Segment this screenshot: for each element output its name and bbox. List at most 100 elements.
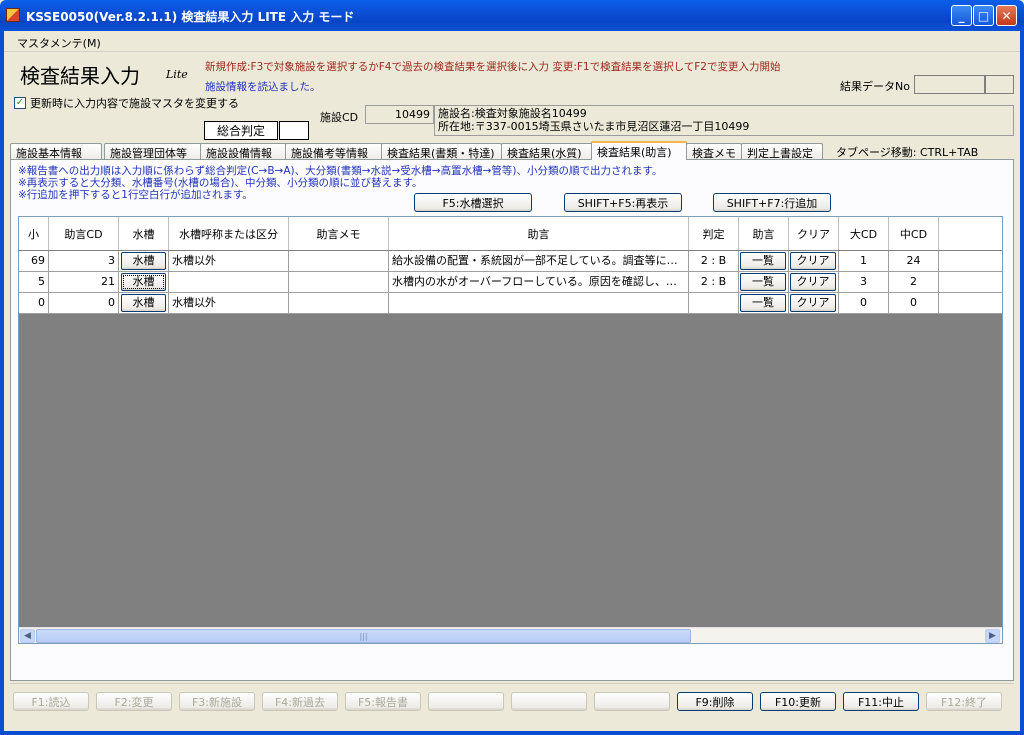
- update-master-option[interactable]: ✓ 更新時に入力内容で施設マスタを変更する: [14, 95, 239, 111]
- window-frame-left: [0, 31, 4, 735]
- window-title: KSSE0050(Ver.8.2.1.1) 検査結果入力 LITE 入力 モード: [26, 10, 355, 24]
- table-row[interactable]: 69 3 水槽 水槽以外 給水設備の配置・系統図が一部不足している。調査等に… …: [19, 251, 1002, 272]
- cell-tank-name[interactable]: 水槽以外: [169, 293, 289, 313]
- advice-grid[interactable]: 小 助言CD 水槽 水槽呼称または区分 助言メモ 助言 判定 助言 クリア 大C…: [18, 216, 1003, 644]
- select-tank-button[interactable]: F5:水槽選択: [414, 193, 532, 212]
- cell-small[interactable]: 5: [19, 272, 49, 292]
- col-advice-cd[interactable]: 助言CD: [49, 217, 119, 250]
- f11-cancel-button[interactable]: F11:中止: [843, 692, 919, 711]
- cell-mid-cd[interactable]: 2: [889, 272, 939, 292]
- tab-judgement-override[interactable]: 判定上書設定: [741, 143, 823, 160]
- tab-facility-equipment[interactable]: 施設設備情報: [200, 143, 288, 160]
- cell-judge[interactable]: [689, 293, 739, 313]
- table-row[interactable]: 5 21 水槽 水槽内の水がオーバーフローしている。原因を確認し、… 2 : B…: [19, 272, 1002, 293]
- tab-facility-management[interactable]: 施設管理団体等: [104, 143, 202, 160]
- result-no-label: 結果データNo: [840, 80, 910, 93]
- col-advice-memo[interactable]: 助言メモ: [289, 217, 389, 250]
- cell-tank-name[interactable]: [169, 272, 289, 292]
- col-clear[interactable]: クリア: [789, 217, 839, 250]
- tank-select-button[interactable]: 水槽: [121, 294, 166, 312]
- f4-new-past-button[interactable]: F4:新過去: [262, 692, 338, 711]
- cell-advice-memo[interactable]: [289, 251, 389, 271]
- f2-change-button[interactable]: F2:変更: [96, 692, 172, 711]
- update-master-checkbox[interactable]: ✓: [14, 97, 26, 109]
- cell-advice-list: 一覧: [739, 272, 789, 292]
- cell-mid-cd[interactable]: 24: [889, 251, 939, 271]
- cell-tank: 水槽: [119, 272, 169, 292]
- clear-button[interactable]: クリア: [790, 252, 836, 270]
- tab-result-water-quality[interactable]: 検査結果(水質): [501, 143, 593, 160]
- app-icon[interactable]: [6, 8, 20, 22]
- result-no-suffix-field: [985, 75, 1014, 94]
- tab-hint: タブページ移動: CTRL+TAB: [836, 146, 979, 159]
- col-advice-list[interactable]: 助言: [739, 217, 789, 250]
- cell-mid-cd[interactable]: 0: [889, 293, 939, 313]
- clear-button[interactable]: クリア: [790, 294, 836, 312]
- f8-blank-button[interactable]: [594, 692, 670, 711]
- table-row[interactable]: 0 0 水槽 水槽以外 一覧 クリア 0 0: [19, 293, 1002, 314]
- f1-load-button[interactable]: F1:読込: [13, 692, 89, 711]
- add-row-button[interactable]: SHIFT+F7:行追加: [713, 193, 831, 212]
- col-mid-cd[interactable]: 中CD: [889, 217, 939, 250]
- tab-result-documents[interactable]: 検査結果(書類・特達): [381, 143, 502, 160]
- f6-blank-button[interactable]: [428, 692, 504, 711]
- maximize-button[interactable]: □: [973, 5, 994, 26]
- col-large-cd[interactable]: 大CD: [839, 217, 889, 250]
- scroll-left-icon[interactable]: ◀: [20, 629, 35, 643]
- close-button[interactable]: ✕: [996, 5, 1017, 26]
- cell-tank-name[interactable]: 水槽以外: [169, 251, 289, 271]
- cell-clear: クリア: [789, 251, 839, 271]
- tank-select-button[interactable]: 水槽: [121, 273, 166, 291]
- cell-judge[interactable]: 2 : B: [689, 272, 739, 292]
- horizontal-scrollbar[interactable]: ◀ ||| ▶: [19, 627, 1002, 643]
- cell-small[interactable]: 0: [19, 293, 49, 313]
- f12-exit-button[interactable]: F12:終了: [926, 692, 1002, 711]
- menu-maintenance[interactable]: マスタメンテ(M): [17, 35, 101, 51]
- tab-result-advice[interactable]: 検査結果(助言): [591, 141, 687, 160]
- cell-advice-list: 一覧: [739, 293, 789, 313]
- cell-advice-cd[interactable]: 0: [49, 293, 119, 313]
- cell-advice[interactable]: 水槽内の水がオーバーフローしている。原因を確認し、…: [389, 272, 689, 292]
- cell-small[interactable]: 69: [19, 251, 49, 271]
- refresh-button[interactable]: SHIFT+F5:再表示: [564, 193, 682, 212]
- facility-cd-field: 10499: [365, 105, 434, 124]
- col-tank-name[interactable]: 水槽呼称または区分: [169, 217, 289, 250]
- f3-new-facility-button[interactable]: F3:新施設: [179, 692, 255, 711]
- col-small[interactable]: 小: [19, 217, 49, 250]
- clear-button[interactable]: クリア: [790, 273, 836, 291]
- scroll-right-icon[interactable]: ▶: [985, 629, 1000, 643]
- cell-advice-cd[interactable]: 3: [49, 251, 119, 271]
- cell-advice-memo[interactable]: [289, 293, 389, 313]
- advice-list-button[interactable]: 一覧: [740, 252, 786, 270]
- cell-clear: クリア: [789, 272, 839, 292]
- title-bar[interactable]: KSSE0050(Ver.8.2.1.1) 検査結果入力 LITE 入力 モード…: [0, 0, 1024, 31]
- f9-delete-button[interactable]: F9:削除: [677, 692, 753, 711]
- advice-list-button[interactable]: 一覧: [740, 273, 786, 291]
- cell-large-cd[interactable]: 3: [839, 272, 889, 292]
- cell-tank: 水槽: [119, 293, 169, 313]
- overall-judgement-label: 総合判定: [204, 121, 278, 140]
- col-tank[interactable]: 水槽: [119, 217, 169, 250]
- f5-report-button[interactable]: F5:報告書: [345, 692, 421, 711]
- col-advice[interactable]: 助言: [389, 217, 689, 250]
- minimize-button[interactable]: _: [951, 5, 972, 26]
- f10-update-button[interactable]: F10:更新: [760, 692, 836, 711]
- advice-list-button[interactable]: 一覧: [740, 294, 786, 312]
- tab-facility-remarks[interactable]: 施設備考等情報: [285, 143, 383, 160]
- note-line: ※再表示すると大分類、水槽番号(水槽の場合)、中分類、小分類の順に並び替えます。: [18, 177, 423, 189]
- cell-advice-cd[interactable]: 21: [49, 272, 119, 292]
- scroll-thumb[interactable]: |||: [36, 629, 691, 643]
- cell-judge[interactable]: 2 : B: [689, 251, 739, 271]
- cell-advice-list: 一覧: [739, 251, 789, 271]
- cell-large-cd[interactable]: 0: [839, 293, 889, 313]
- cell-advice[interactable]: [389, 293, 689, 313]
- tank-select-button[interactable]: 水槽: [121, 252, 166, 270]
- tab-facility-basic[interactable]: 施設基本情報: [10, 143, 102, 160]
- tab-inspection-memo[interactable]: 検査メモ: [686, 143, 742, 160]
- cell-large-cd[interactable]: 1: [839, 251, 889, 271]
- cell-advice-memo[interactable]: [289, 272, 389, 292]
- menu-bar: マスタメンテ(M): [4, 31, 1020, 52]
- cell-advice[interactable]: 給水設備の配置・系統図が一部不足している。調査等に…: [389, 251, 689, 271]
- col-judge[interactable]: 判定: [689, 217, 739, 250]
- f7-blank-button[interactable]: [511, 692, 587, 711]
